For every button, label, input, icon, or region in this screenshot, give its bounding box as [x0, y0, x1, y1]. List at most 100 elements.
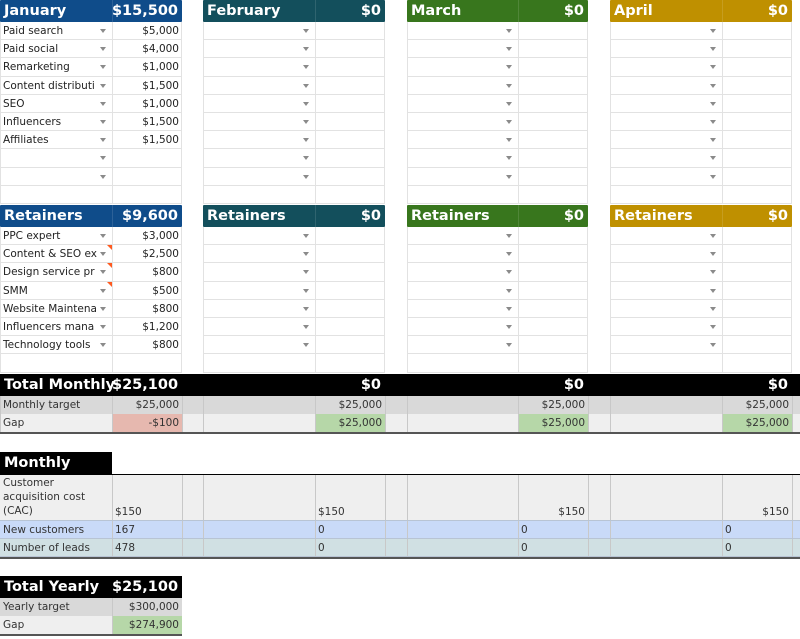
- gap-value[interactable]: $25,000: [722, 414, 792, 432]
- channel-item-label[interactable]: [610, 40, 708, 58]
- channel-item-value[interactable]: $1,500: [112, 77, 182, 95]
- dropdown-arrow-icon[interactable]: [303, 65, 309, 70]
- channel-item-label[interactable]: Affiliates: [0, 131, 98, 149]
- channel-item-value[interactable]: $1,000: [112, 58, 182, 76]
- retainers-item-value[interactable]: [315, 318, 385, 336]
- channel-item-label[interactable]: [407, 22, 504, 40]
- gap-value[interactable]: -$100: [112, 414, 182, 432]
- retainers-item-value[interactable]: [518, 263, 588, 281]
- channel-item-label[interactable]: [203, 95, 301, 113]
- retainers-item-value[interactable]: $500: [112, 282, 182, 300]
- channel-item-value[interactable]: [315, 77, 385, 95]
- dropdown-arrow-icon[interactable]: [303, 138, 309, 143]
- channel-item-label[interactable]: [203, 40, 301, 58]
- channel-item-label[interactable]: [610, 149, 708, 167]
- retainers-item-label[interactable]: [203, 300, 301, 318]
- retainers-item-label[interactable]: [407, 300, 504, 318]
- retainers-item-value[interactable]: [315, 336, 385, 354]
- dropdown-arrow-icon[interactable]: [506, 288, 512, 293]
- channel-item-label[interactable]: Remarketing: [0, 58, 98, 76]
- retainers-item-value[interactable]: [315, 263, 385, 281]
- dropdown-arrow-icon[interactable]: [100, 325, 106, 329]
- kpi-value[interactable]: $150: [315, 503, 385, 521]
- kpi-value[interactable]: $150: [722, 503, 792, 521]
- dropdown-arrow-icon[interactable]: [710, 120, 716, 124]
- channel-item-label[interactable]: [407, 149, 504, 167]
- dropdown-arrow-icon[interactable]: [710, 270, 716, 275]
- retainers-item-value[interactable]: [722, 300, 792, 318]
- dropdown-arrow-icon[interactable]: [100, 156, 106, 161]
- kpi-value[interactable]: 0: [315, 521, 385, 539]
- channel-item-value[interactable]: [722, 149, 792, 167]
- channel-item-value[interactable]: $1,500: [112, 113, 182, 131]
- retainers-item-value[interactable]: [722, 263, 792, 281]
- dropdown-arrow-icon[interactable]: [100, 306, 106, 311]
- retainers-item-label[interactable]: Content & SEO ex: [0, 245, 98, 263]
- channel-item-label[interactable]: [610, 22, 708, 40]
- retainers-item-value[interactable]: [722, 227, 792, 245]
- channel-item-label[interactable]: [203, 58, 301, 76]
- dropdown-arrow-icon[interactable]: [303, 306, 309, 311]
- monthly-target-value[interactable]: $25,000: [315, 396, 385, 414]
- dropdown-arrow-icon[interactable]: [506, 306, 512, 311]
- channel-item-value[interactable]: [315, 149, 385, 167]
- channel-item-label[interactable]: [203, 149, 301, 167]
- channel-item-value[interactable]: [722, 113, 792, 131]
- retainers-item-value[interactable]: $800: [112, 263, 182, 281]
- dropdown-arrow-icon[interactable]: [303, 174, 309, 179]
- retainers-item-value[interactable]: [722, 318, 792, 336]
- dropdown-arrow-icon[interactable]: [710, 47, 716, 52]
- retainers-item-label[interactable]: [203, 263, 301, 281]
- retainers-item-value[interactable]: [518, 245, 588, 263]
- monthly-target-value[interactable]: $25,000: [722, 396, 792, 414]
- kpi-value[interactable]: 0: [315, 539, 385, 557]
- channel-item-value[interactable]: [315, 131, 385, 149]
- channel-item-value[interactable]: [315, 22, 385, 40]
- channel-item-label[interactable]: [610, 131, 708, 149]
- retainers-item-label[interactable]: [407, 336, 504, 354]
- kpi-value[interactable]: $150: [112, 503, 182, 521]
- channel-item-label[interactable]: Paid search: [0, 22, 98, 40]
- channel-item-value[interactable]: [518, 22, 588, 40]
- gap-value[interactable]: $25,000: [518, 414, 588, 432]
- comment-indicator-icon[interactable]: [107, 281, 112, 287]
- retainers-item-label[interactable]: [203, 336, 301, 354]
- channel-item-label[interactable]: [610, 113, 708, 131]
- channel-item-label[interactable]: [610, 95, 708, 113]
- dropdown-arrow-icon[interactable]: [710, 288, 716, 293]
- comment-indicator-icon[interactable]: [107, 245, 112, 251]
- retainers-item-value[interactable]: [722, 336, 792, 354]
- channel-item-value[interactable]: [315, 40, 385, 58]
- retainers-item-label[interactable]: [610, 282, 708, 300]
- channel-item-value[interactable]: [315, 113, 385, 131]
- comment-indicator-icon[interactable]: [107, 263, 112, 269]
- channel-item-value[interactable]: $5,000: [112, 22, 182, 40]
- dropdown-arrow-icon[interactable]: [100, 288, 106, 293]
- channel-item-label[interactable]: [407, 58, 504, 76]
- dropdown-arrow-icon[interactable]: [506, 156, 512, 161]
- dropdown-arrow-icon[interactable]: [710, 234, 716, 238]
- dropdown-arrow-icon[interactable]: [710, 174, 716, 179]
- channel-item-label[interactable]: [203, 22, 301, 40]
- retainers-item-value[interactable]: [722, 282, 792, 300]
- retainers-item-label[interactable]: [610, 318, 708, 336]
- yearly-target-value[interactable]: $300,000: [112, 598, 182, 616]
- monthly-target-value[interactable]: $25,000: [112, 396, 182, 414]
- retainers-item-label[interactable]: [610, 263, 708, 281]
- retainers-item-value[interactable]: [518, 318, 588, 336]
- dropdown-arrow-icon[interactable]: [100, 120, 106, 124]
- retainers-item-label[interactable]: [407, 282, 504, 300]
- channel-item-label[interactable]: [610, 77, 708, 95]
- kpi-value[interactable]: 0: [722, 521, 792, 539]
- dropdown-arrow-icon[interactable]: [506, 101, 512, 106]
- retainers-item-value[interactable]: [722, 245, 792, 263]
- retainers-item-value[interactable]: [315, 245, 385, 263]
- channel-item-value[interactable]: [518, 149, 588, 167]
- dropdown-arrow-icon[interactable]: [506, 252, 512, 257]
- retainers-item-value[interactable]: $800: [112, 336, 182, 354]
- channel-item-label[interactable]: [407, 168, 504, 186]
- retainers-item-label[interactable]: Technology tools: [0, 336, 98, 354]
- dropdown-arrow-icon[interactable]: [303, 29, 309, 33]
- dropdown-arrow-icon[interactable]: [303, 83, 309, 88]
- retainers-item-value[interactable]: $1,200: [112, 318, 182, 336]
